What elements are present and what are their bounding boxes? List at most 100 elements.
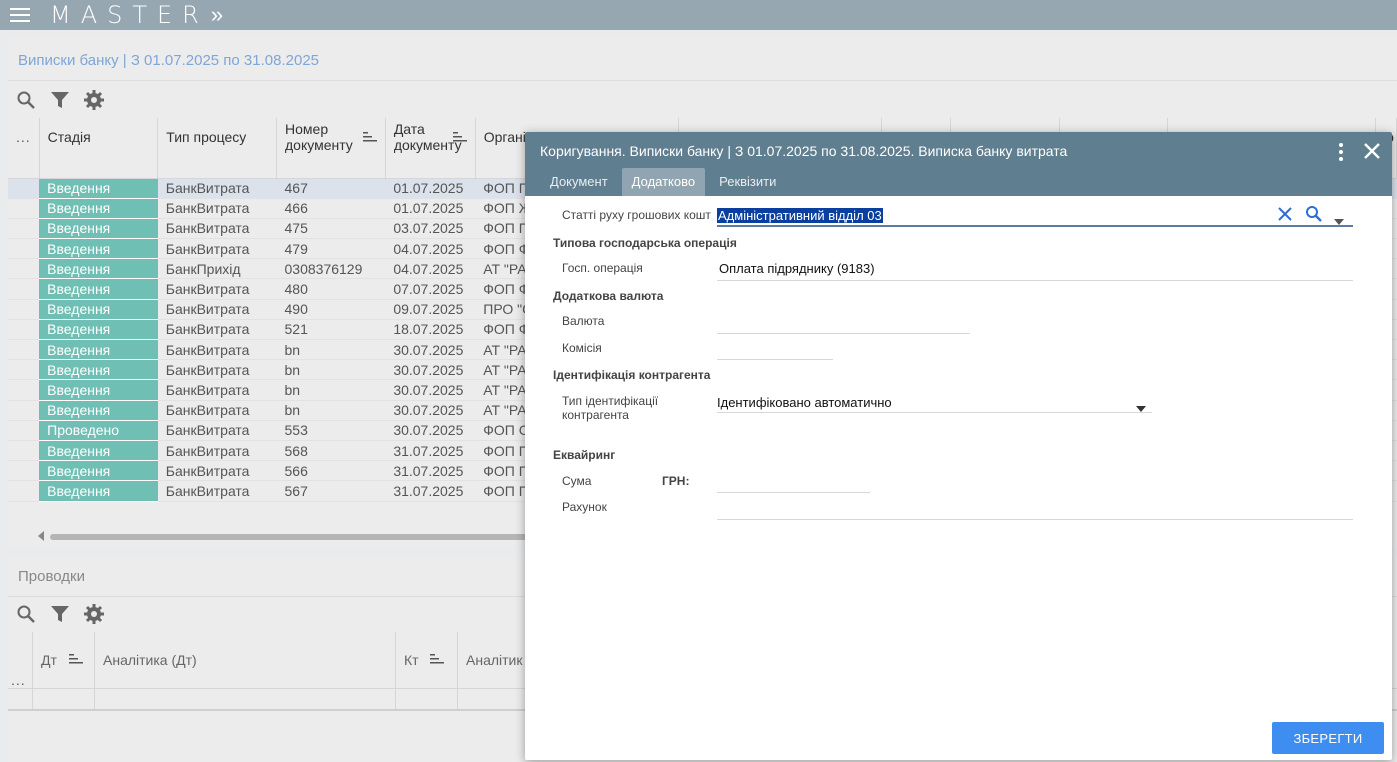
stage-cell: Введення — [39, 278, 158, 300]
sum-currency-label: ГРН: — [662, 474, 690, 488]
doc-date-cell: 31.07.2025 — [385, 440, 476, 462]
process-type-cell: БанкВитрата — [157, 319, 277, 341]
panel-title: Проводки — [18, 568, 85, 585]
doc-date-cell: 30.07.2025 — [385, 379, 476, 401]
stage-cell: Введення — [39, 359, 158, 381]
doc-number-cell: 467 — [276, 178, 386, 199]
row-handle-cell — [8, 218, 40, 240]
stage-cell: Введення — [39, 400, 158, 421]
tab-requisites[interactable]: Реквізити — [709, 168, 786, 196]
filter-cell[interactable] — [385, 156, 476, 179]
doc-date-cell: 30.07.2025 — [385, 359, 476, 381]
section-title-operation: Типова господарська операція — [553, 236, 737, 250]
row-handle-cell — [8, 319, 40, 341]
row-handle-cell — [8, 258, 40, 280]
operation-field[interactable]: Оплата підряднику (9183) — [719, 261, 875, 276]
process-type-cell: БанкВитрата — [157, 299, 277, 320]
filter-cell[interactable] — [276, 156, 386, 179]
gear-icon[interactable] — [82, 602, 106, 626]
chevron-down-icon[interactable] — [1334, 212, 1344, 230]
doc-number-cell: 475 — [276, 218, 386, 240]
section-title-counterparty: Ідентифікація контрагента — [553, 368, 711, 382]
tab-document[interactable]: Документ — [540, 168, 618, 196]
close-icon[interactable] — [1362, 141, 1382, 161]
doc-number-cell: 479 — [276, 238, 386, 260]
process-type-cell: БанкВитрата — [157, 480, 277, 502]
filter-cell[interactable] — [157, 156, 278, 179]
currency-field[interactable] — [717, 333, 970, 334]
dialog-header: Коригування. Виписки банку | З 01.07.202… — [525, 132, 1392, 196]
doc-number-cell: 521 — [276, 319, 386, 341]
doc-date-cell: 30.07.2025 — [385, 420, 476, 441]
process-type-cell: БанкВитрата — [157, 460, 277, 482]
filter-cell[interactable] — [39, 156, 159, 179]
save-button[interactable]: ЗБЕРЕГТИ — [1272, 722, 1384, 754]
filter-cell[interactable] — [8, 156, 40, 179]
doc-date-cell: 09.07.2025 — [385, 299, 476, 320]
cash-flow-input[interactable]: Адміністративний відділ 03 — [717, 208, 883, 223]
edit-dialog: Коригування. Виписки банку | З 01.07.202… — [525, 132, 1392, 760]
row-handle-cell — [8, 178, 40, 199]
process-type-cell: БанкВитрата — [157, 178, 277, 199]
scroll-left-icon[interactable] — [38, 531, 44, 541]
sum-label: Сума — [562, 474, 592, 488]
horizontal-scrollbar[interactable] — [38, 531, 558, 541]
filter-icon[interactable] — [48, 602, 72, 626]
column-header-doc-number[interactable]: Номер документу — [276, 118, 386, 156]
ident-type-select[interactable]: Ідентифіковано автоматично — [717, 395, 892, 410]
doc-date-cell: 31.07.2025 — [385, 480, 476, 502]
doc-date-cell: 18.07.2025 — [385, 319, 476, 341]
doc-date-cell: 01.07.2025 — [385, 198, 476, 219]
doc-number-cell: 566 — [276, 460, 386, 482]
ident-type-label: Тип ідентифікації контрагента — [562, 394, 659, 422]
menu-icon[interactable] — [0, 0, 40, 30]
doc-date-cell: 30.07.2025 — [385, 400, 476, 421]
row-handle-cell — [8, 299, 40, 320]
column-header-doc-date[interactable]: Дата документу — [385, 118, 476, 156]
dialog-tabs: Документ Додатково Реквізити — [540, 168, 786, 196]
more-columns-header[interactable]: ... — [8, 118, 40, 156]
process-type-cell: БанкВитрата — [157, 359, 277, 381]
commission-field[interactable] — [717, 359, 833, 360]
doc-date-cell: 07.07.2025 — [385, 278, 476, 300]
expand-icon[interactable]: » — [211, 0, 223, 30]
search-icon[interactable] — [14, 602, 38, 626]
stage-cell: Проведено — [39, 420, 158, 441]
tab-additional[interactable]: Додатково — [621, 168, 706, 196]
cash-flow-label: Статті руху грошових кошт — [562, 208, 711, 222]
grid-toolbar — [14, 602, 106, 626]
column-header-debit-analytics[interactable]: Аналітика (Дт) — [95, 632, 396, 710]
column-header-stage[interactable]: Стадія — [39, 118, 159, 156]
column-header-debit[interactable]: Дт — [33, 632, 95, 710]
more-columns-header[interactable]: ... — [8, 632, 33, 710]
stage-cell: Введення — [39, 440, 158, 462]
doc-number-cell: bn — [276, 400, 386, 421]
input-underline — [717, 412, 1152, 413]
account-label: Рахунок — [562, 500, 607, 514]
row-handle-cell — [8, 460, 40, 482]
row-handle-cell — [8, 379, 40, 401]
search-icon[interactable] — [14, 88, 38, 112]
stage-cell: Введення — [39, 319, 158, 341]
row-handle-cell — [8, 238, 40, 260]
gear-icon[interactable] — [82, 88, 106, 112]
stage-cell: Введення — [39, 178, 158, 199]
account-field[interactable] — [717, 519, 1353, 520]
commission-label: Комісія — [562, 341, 602, 355]
filter-icon[interactable] — [48, 88, 72, 112]
clear-icon[interactable] — [1278, 207, 1292, 226]
more-vert-icon[interactable] — [1336, 142, 1346, 162]
sum-field[interactable] — [717, 492, 870, 493]
column-header-credit[interactable]: Кт — [396, 632, 458, 710]
top-bar: MASTER » — [0, 0, 1397, 30]
column-header-process-type[interactable]: Тип процесу — [157, 118, 278, 156]
row-handle-cell — [8, 480, 40, 502]
chevron-down-icon[interactable] — [1136, 399, 1146, 417]
doc-number-cell: 568 — [276, 440, 386, 462]
doc-date-cell: 04.07.2025 — [385, 238, 476, 260]
row-handle-cell — [8, 400, 40, 421]
doc-date-cell: 31.07.2025 — [385, 460, 476, 482]
scrollbar-thumb[interactable] — [50, 534, 550, 540]
process-type-cell: БанкПрихід — [157, 258, 277, 280]
divider — [8, 80, 1397, 81]
